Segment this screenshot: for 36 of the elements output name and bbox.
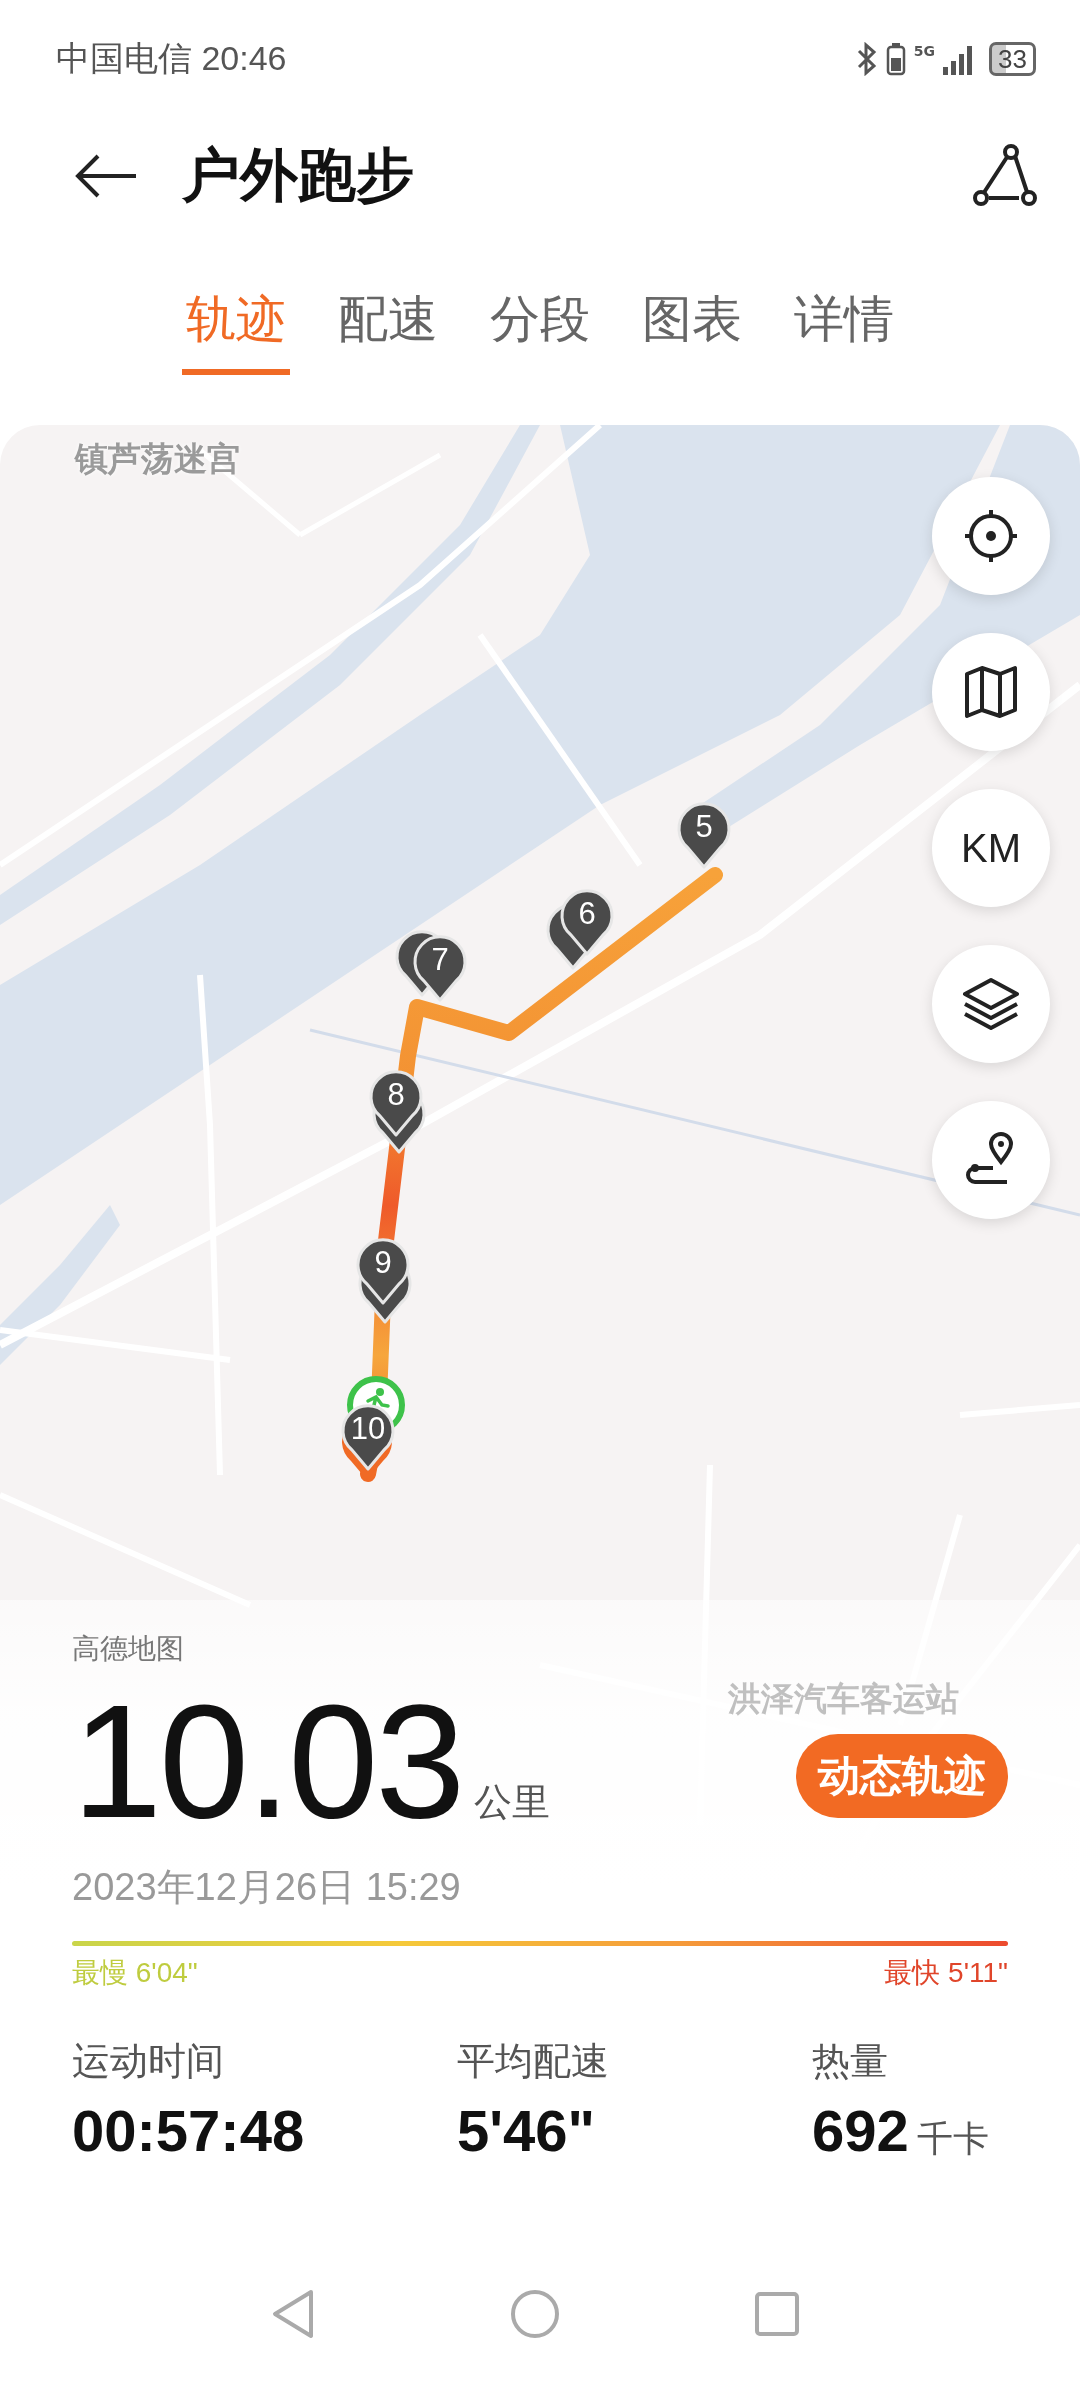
map-icon [963,664,1019,720]
bluetooth-icon [855,42,878,76]
page-title: 户外跑步 [182,139,415,211]
stat-value: 00:57:48 [72,2097,305,2164]
map-marker: 8 [368,1068,424,1138]
stat-value: 692 [812,2097,909,2164]
layers-icon [961,976,1021,1032]
map-marker: 6 [559,887,615,957]
slowest-pace: 最慢 6'04" [72,1956,198,1990]
distance-unit: 公里 [474,1779,551,1826]
map-marker: 5 [676,800,732,870]
map-label: 洪泽汽车客运站 [728,1678,959,1720]
replay-button[interactable]: 动态轨迹 [796,1734,1008,1818]
carrier-time: 中国电信 20:46 [56,38,287,79]
stat-label: 平均配速 [457,2038,609,2085]
fastest-pace: 最快 5'11" [884,1956,1008,1990]
tab[interactable]: 配速 [334,273,442,375]
stat-label: 运动时间 [72,2038,224,2085]
battery-saver-icon [885,42,906,76]
tab[interactable]: 分段 [486,273,594,375]
tab[interactable]: 详情 [790,273,898,375]
distance-value: 10.03 [72,1686,463,1836]
map-attribution: 高德地图 [72,1631,184,1667]
date-time: 2023年12月26日 15:29 [72,1865,461,1910]
map-label: 镇芦荡迷宫 [75,438,240,480]
battery-indicator: 33 [989,42,1036,76]
stat-value: 5'46" [457,2097,596,2164]
network-label: 5G [913,44,936,58]
map-marker: 7 [412,933,468,1003]
map-marker: 9 [355,1236,411,1306]
tab[interactable]: 图表 [638,273,746,375]
stat-label: 热量 [812,2038,888,2085]
stat-unit: 千卡 [916,2117,989,2161]
map-marker: 10 [340,1402,396,1472]
crosshair-icon [963,508,1019,564]
tab[interactable]: 轨迹 [182,273,290,375]
